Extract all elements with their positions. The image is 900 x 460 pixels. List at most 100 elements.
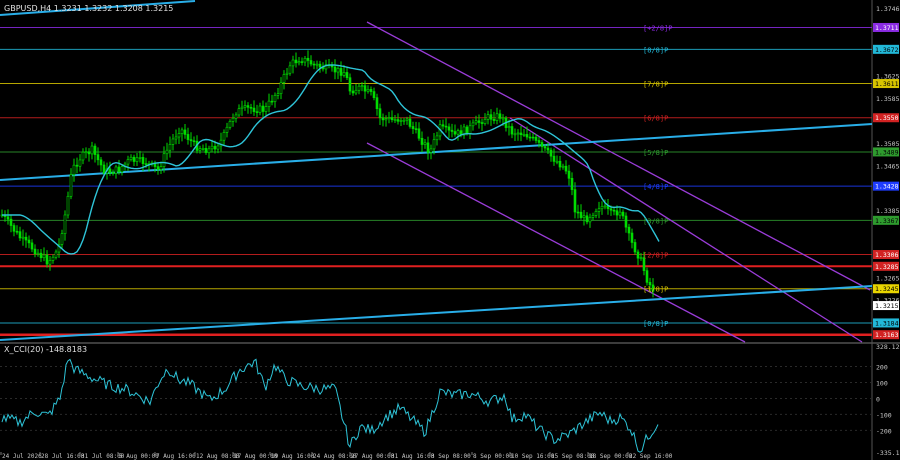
candle-body [186, 134, 190, 140]
candle-body [63, 214, 67, 234]
price-tick-label: 1.3585 [876, 95, 900, 103]
candle-body [114, 166, 118, 174]
candle-body [411, 126, 415, 129]
candle-body [48, 260, 52, 265]
candle-body [24, 236, 28, 241]
candle-body [471, 122, 475, 127]
candle-body [198, 148, 202, 151]
candle-body [282, 74, 286, 83]
price-box-label: 1.3184 [875, 319, 899, 327]
price-box-label: 1.3550 [875, 114, 899, 122]
candle-body [354, 89, 358, 94]
candle-body [168, 144, 172, 151]
time-label: 28 Jul 16:00 [41, 453, 85, 460]
candle-body [393, 119, 397, 121]
candle-body [87, 151, 91, 155]
murrey-label: [3/8]P [643, 217, 668, 225]
candle-body [243, 105, 247, 108]
candle-body [483, 119, 487, 124]
murrey-label: [6/8]P [643, 115, 668, 123]
candle-body [522, 134, 526, 136]
candle-body [534, 136, 538, 141]
candle-body [375, 97, 379, 109]
candle-body [12, 225, 16, 232]
candle-body [300, 61, 304, 63]
candle-body [381, 117, 385, 121]
candle-body [165, 149, 169, 155]
candle-body [435, 135, 439, 141]
candle-body [318, 63, 322, 68]
candle-body [372, 91, 376, 98]
candle-body [81, 151, 85, 161]
candle-body [291, 59, 295, 67]
time-label: 19 Aug 16:00 [271, 453, 315, 460]
candle-body [174, 136, 178, 140]
candle-body [132, 156, 136, 162]
candle-body [627, 226, 631, 234]
price-box-label: 1.3163 [875, 331, 899, 339]
price-tick-label: 1.3465 [876, 162, 900, 170]
candle-body [468, 125, 472, 134]
candle-body [453, 131, 457, 135]
candle-body [639, 257, 643, 259]
candle-body [507, 126, 511, 128]
channel-lower [366, 142, 746, 343]
candle-body [360, 85, 364, 87]
candle-body [618, 211, 622, 216]
candle-body [597, 208, 601, 212]
price-tick-label: 1.3385 [876, 207, 900, 215]
candle-body [255, 111, 259, 113]
candle-body [180, 129, 184, 134]
candle-body [102, 164, 106, 174]
candle-body [66, 195, 70, 216]
cci-tick-label: -335.1745 [876, 449, 900, 457]
candle-body [405, 118, 409, 121]
candle-body [126, 159, 130, 165]
candle-body [108, 168, 112, 173]
candle-body [141, 157, 145, 164]
time-label: 10 Sep 16:00 [511, 453, 555, 460]
price-box-label: 1.3489 [875, 148, 899, 156]
candle-body [270, 100, 274, 103]
candle-body [144, 163, 148, 165]
price-axis: 1.37461.36251.35851.35051.34651.33851.33… [873, 5, 900, 340]
candle-body [579, 211, 583, 218]
candle-body [363, 85, 367, 92]
candle-body [648, 282, 652, 286]
candle-body [636, 251, 640, 259]
candle-body [72, 164, 76, 175]
candle-body [573, 189, 577, 213]
candle-body [330, 65, 334, 68]
candle-body [303, 57, 307, 63]
murrey-label: [1/8]P [643, 286, 668, 294]
candle-body [285, 72, 289, 75]
time-label: 31 Aug 16:00 [391, 453, 435, 460]
candle-body [594, 211, 598, 216]
candle-body [477, 120, 481, 123]
candle-body [378, 108, 382, 118]
candle-body [120, 166, 124, 173]
candle-body [228, 121, 232, 128]
candle-body [600, 206, 604, 210]
candle-body [615, 210, 619, 216]
candle-body [561, 165, 565, 168]
cci-tick-label: 0 [876, 395, 880, 403]
candle-body [213, 145, 217, 150]
candle-body [426, 142, 430, 153]
trading-terminal: [+2/8]P [8/8]P [7/8]P [6/8]P [5/8]P [4/8]P [3/… [0, 0, 900, 460]
candle-body [465, 126, 469, 134]
candle-body [339, 68, 343, 76]
candle-body [456, 130, 460, 135]
candle-body [261, 105, 265, 112]
candle-body [402, 119, 406, 122]
candle-body [249, 106, 253, 109]
price-chart[interactable]: [+2/8]P [8/8]P [7/8]P [6/8]P [5/8]P [4/8]P [3/… [0, 0, 900, 460]
candle-body [336, 68, 340, 73]
price-box-label: 1.3306 [875, 251, 899, 259]
candle-body [390, 117, 394, 120]
candle-body [297, 61, 301, 64]
candle-body [138, 157, 142, 159]
time-label: 5 Aug 00:00 [119, 453, 159, 460]
candle-body [420, 137, 424, 145]
murrey-label: [7/8]P [643, 81, 668, 89]
